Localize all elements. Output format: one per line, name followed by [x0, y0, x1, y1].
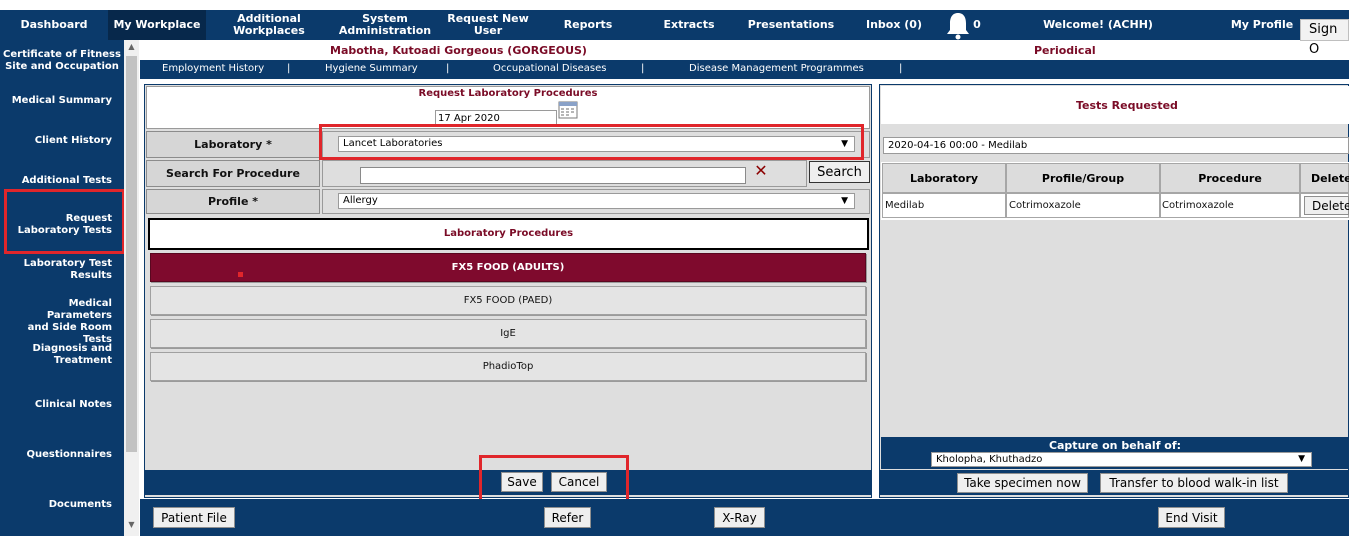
nav-reports[interactable]: Reports	[550, 10, 626, 40]
scroll-down-icon[interactable]: ▼	[126, 520, 137, 530]
nav-system-administration[interactable]: System Administration	[330, 10, 440, 40]
sidebar-item-medical-parameters[interactable]: Medical Parameters and Side Room Tests	[0, 298, 120, 346]
procedures-header: Laboratory Procedures	[443, 228, 574, 239]
sidebar-item-lab-results[interactable]: Laboratory Test Results	[0, 258, 120, 282]
calendar-icon[interactable]	[558, 101, 578, 119]
row-laboratory: Medilab	[885, 200, 925, 211]
procedure-item[interactable]: IgE	[150, 319, 866, 348]
scroll-up-icon[interactable]: ▲	[126, 42, 137, 52]
dropdown-arrow-icon: ▼	[1298, 454, 1305, 464]
nav-requser-line2: User	[473, 24, 503, 37]
subnav-divider: |	[641, 63, 645, 74]
bell-count: 0	[973, 18, 981, 31]
subnav-employment-history[interactable]: Employment History	[162, 63, 264, 74]
nav-presentations[interactable]: Presentations	[742, 10, 840, 40]
sidebar-results-line1: Laboratory Test	[23, 258, 112, 269]
sidebar-item-documents[interactable]: Documents	[0, 499, 120, 511]
save-cancel-highlight	[479, 455, 629, 503]
tests-request-select[interactable]: 2020-04-16 00:00 - Medilab	[883, 137, 1349, 154]
subnav-occupational-diseases[interactable]: Occupational Diseases	[493, 63, 606, 74]
sidebar-request-line1: Request	[65, 213, 112, 224]
profile-select-value: Allergy	[343, 195, 378, 206]
nav-additional-line2: Workplaces	[233, 24, 305, 37]
procedure-item[interactable]: PhadioTop	[150, 352, 866, 381]
sidebar-request-line2: Laboratory Tests	[17, 225, 112, 236]
visit-type: Periodical	[1034, 44, 1096, 57]
nav-sysadmin-line2: Administration	[338, 24, 432, 37]
sidebar-certificate-line1: Certificate of Fitness	[3, 49, 121, 60]
profile-label: Profile *	[146, 189, 320, 214]
sidebar-results-line2: Results	[70, 270, 112, 281]
transfer-walk-in-button[interactable]: Transfer to blood walk-in list	[1100, 473, 1288, 493]
xray-button[interactable]: X-Ray	[714, 507, 765, 528]
search-input[interactable]	[360, 167, 746, 184]
search-button[interactable]: Search	[809, 161, 870, 183]
nav-additional-workplaces[interactable]: Additional Workplaces	[222, 10, 316, 40]
nav-request-new-user[interactable]: Request New User	[444, 10, 532, 40]
welcome-text: Welcome! (ACHH)	[1043, 18, 1153, 31]
profile-select[interactable]: Allergy ▼	[338, 193, 855, 209]
patient-name: Mabotha, Kutoadi Gorgeous (GORGEOUS)	[330, 44, 587, 57]
nav-inbox[interactable]: Inbox (0)	[860, 10, 928, 40]
procedure-item[interactable]: FX5 FOOD (PAED)	[150, 286, 866, 315]
capture-select[interactable]: Kholopha, Khuthadzo ▼	[931, 452, 1312, 467]
request-date-field[interactable]: 17 Apr 2020	[435, 110, 557, 125]
subnav-divider: |	[899, 63, 903, 74]
sidebar-item-diagnosis[interactable]: Diagnosis and Treatment	[0, 343, 120, 367]
column-header-laboratory: Laboratory	[882, 163, 1006, 193]
laboratory-label: Laboratory *	[146, 131, 320, 158]
capture-select-value: Kholopha, Khuthadzo	[936, 454, 1043, 465]
top-navbar: Dashboard My Workplace Additional Workpl…	[0, 10, 1349, 40]
search-label: Search For Procedure	[146, 160, 320, 187]
request-title: Request Laboratory Procedures	[418, 88, 598, 99]
sub-navbar: Employment History | Hygiene Summary | O…	[140, 60, 1349, 79]
sidebar	[0, 40, 124, 536]
sidebar-certificate-line2: Site and Occupation	[5, 61, 119, 72]
sidebar-params-line1: Medical Parameters	[46, 298, 112, 321]
clear-search-icon[interactable]: ✕	[753, 163, 769, 179]
nav-extracts[interactable]: Extracts	[652, 10, 726, 40]
nav-my-workplace[interactable]: My Workplace	[108, 10, 206, 40]
sidebar-scroll-thumb[interactable]	[126, 56, 137, 452]
row-procedure: Cotrimoxazole	[1162, 200, 1234, 211]
selected-marker	[238, 272, 243, 277]
sidebar-item-medical-summary[interactable]: Medical Summary	[0, 95, 120, 107]
nav-my-profile[interactable]: My Profile	[1222, 10, 1302, 40]
column-header-profile: Profile/Group	[1006, 163, 1160, 193]
patient-file-button[interactable]: Patient File	[153, 507, 235, 528]
sign-out-button[interactable]: Sign O	[1300, 19, 1349, 57]
sidebar-diag-line2: Treatment	[53, 355, 112, 366]
sidebar-diag-line1: Diagnosis and	[32, 343, 112, 354]
sidebar-item-request-lab-tests[interactable]: Request Laboratory Tests	[0, 213, 120, 237]
subnav-divider: |	[446, 63, 450, 74]
refer-button[interactable]: Refer	[544, 507, 591, 528]
column-header-procedure: Procedure	[1160, 163, 1300, 193]
laboratory-highlight	[319, 124, 864, 160]
take-specimen-button[interactable]: Take specimen now	[957, 473, 1088, 493]
column-header-delete: Delete	[1300, 163, 1349, 193]
delete-row-button[interactable]: Delete	[1304, 196, 1349, 215]
subnav-hygiene-summary[interactable]: Hygiene Summary	[325, 63, 418, 74]
procedure-item-selected[interactable]: FX5 FOOD (ADULTS)	[150, 253, 866, 282]
sidebar-item-certificate[interactable]: Certificate of Fitness Site and Occupati…	[0, 49, 124, 73]
sidebar-item-client-history[interactable]: Client History	[0, 135, 120, 147]
nav-dashboard[interactable]: Dashboard	[0, 10, 108, 40]
sidebar-item-clinical-notes[interactable]: Clinical Notes	[0, 399, 120, 411]
sidebar-item-questionnaires[interactable]: Questionnaires	[0, 449, 120, 461]
end-visit-button[interactable]: End Visit	[1158, 507, 1225, 528]
sidebar-item-additional-tests[interactable]: Additional Tests	[0, 175, 120, 187]
subnav-disease-management[interactable]: Disease Management Programmes	[689, 63, 864, 74]
dropdown-arrow-icon: ▼	[841, 196, 848, 206]
bell-icon[interactable]	[943, 10, 973, 42]
tests-title: Tests Requested	[1076, 99, 1178, 112]
row-profile: Cotrimoxazole	[1009, 200, 1081, 211]
subnav-divider: |	[287, 63, 291, 74]
capture-label: Capture on behalf of:	[1048, 439, 1182, 452]
